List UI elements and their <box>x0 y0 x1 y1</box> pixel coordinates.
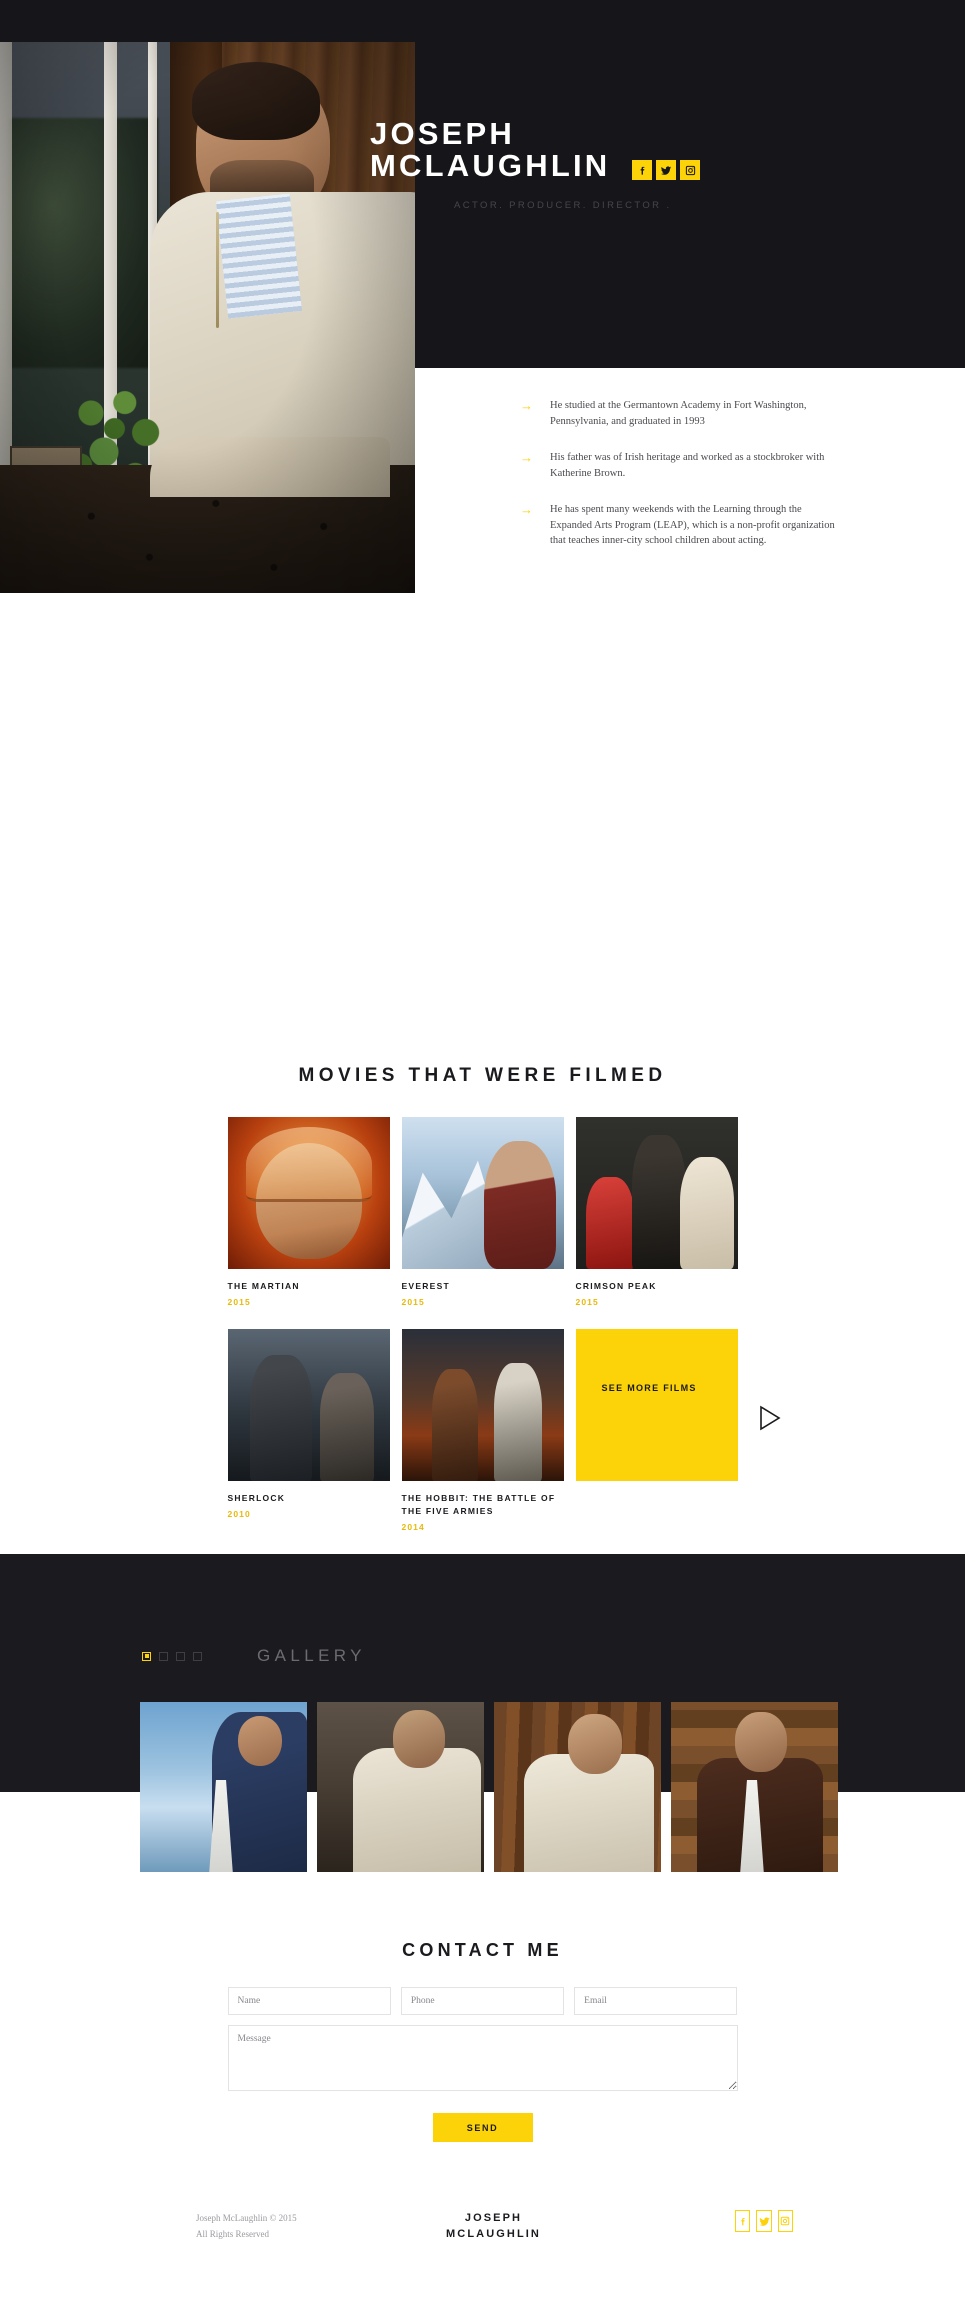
movie-poster[interactable] <box>227 1329 390 1481</box>
send-button-wrap: SEND <box>228 2113 738 2142</box>
page-root: JOSEPH MCLAUGHLIN ACTOR. PRODUCER. DIREC… <box>0 0 965 2298</box>
movie-year: 2010 <box>227 1509 251 1519</box>
movies-title: MOVIES THAT WERE FILMED <box>298 1065 667 1086</box>
hero-name-line1: JOSEPH <box>370 116 515 151</box>
footer-logo-line2: MCLAUGHLIN <box>446 2228 541 2240</box>
page-title: JOSEPH MCLAUGHLIN <box>370 118 610 182</box>
movie-poster[interactable] <box>401 1117 564 1269</box>
movie-year: 2015 <box>227 1297 251 1307</box>
arrow-right-icon: → <box>520 450 533 465</box>
arrow-right-icon: → <box>520 502 533 517</box>
email-field[interactable] <box>574 1987 738 2015</box>
bio-section: → He studied at the Germantown Academy i… <box>415 368 965 570</box>
contact-title: CONTACT ME <box>402 1940 563 1960</box>
name-field[interactable] <box>227 1987 391 2015</box>
gallery-image-1[interactable] <box>140 1702 307 1872</box>
page-footer: Joseph McLaughlin © 2015 All Rights Rese… <box>0 2142 965 2298</box>
send-button[interactable]: SEND <box>432 2113 533 2142</box>
list-item: → His father was of Irish heritage and w… <box>415 450 965 481</box>
gallery-image-2[interactable] <box>317 1702 484 1872</box>
movie-title: THE HOBBIT: THE BATTLE OF THE FIVE ARMIE… <box>401 1493 556 1516</box>
footer-logo: JOSEPH MCLAUGHLIN <box>252 2210 735 2242</box>
movie-grid: THE MARTIAN 2015 EVEREST 2015 CRIMSON PE… <box>227 1117 781 1554</box>
contact-section: CONTACT ME SEND <box>0 1910 965 2142</box>
movie-card[interactable]: THE HOBBIT: THE BATTLE OF THE FIVE ARMIE… <box>401 1329 564 1532</box>
contact-form: SEND <box>227 1987 738 2142</box>
see-more-films-label: SEE MORE FILMS <box>601 1383 697 1393</box>
movie-card[interactable]: SHERLOCK 2010 <box>227 1329 390 1532</box>
see-more-films-card[interactable]: SEE MORE FILMS <box>575 1329 781 1532</box>
movie-year: 2015 <box>401 1297 425 1307</box>
gallery-dot-2[interactable] <box>159 1651 168 1661</box>
hero-portrait-photo <box>0 42 415 593</box>
movie-poster[interactable] <box>401 1329 564 1481</box>
gallery-title: GALLERY <box>257 1646 366 1665</box>
bio-item-text: He studied at the Germantown Academy in … <box>550 400 807 427</box>
movie-card[interactable]: THE MARTIAN 2015 <box>227 1117 390 1307</box>
gallery-header: GALLERY <box>0 1554 965 1666</box>
movie-card[interactable]: EVEREST 2015 <box>401 1117 564 1307</box>
contact-fields-row <box>227 1987 738 2015</box>
hero-section: JOSEPH MCLAUGHLIN ACTOR. PRODUCER. DIREC… <box>0 0 965 593</box>
hero-text-block: JOSEPH MCLAUGHLIN ACTOR. PRODUCER. DIREC… <box>370 118 930 211</box>
facebook-icon[interactable] <box>632 160 653 180</box>
twitter-icon[interactable] <box>656 160 677 180</box>
movie-title: THE MARTIAN <box>227 1281 300 1291</box>
movie-title: SHERLOCK <box>227 1493 286 1503</box>
bio-item-text: His father was of Irish heritage and wor… <box>550 452 825 479</box>
hero-name-line2: MCLAUGHLIN <box>370 148 611 183</box>
see-more-films-button[interactable]: SEE MORE FILMS <box>575 1329 781 1481</box>
movie-title: CRIMSON PEAK <box>575 1281 657 1291</box>
twitter-icon[interactable] <box>756 2210 772 2232</box>
gallery-image-4[interactable] <box>671 1702 838 1872</box>
message-field[interactable] <box>227 2025 738 2091</box>
gallery-image-3[interactable] <box>494 1702 661 1872</box>
gallery-dot-1[interactable] <box>142 1651 151 1661</box>
gallery-image-strip <box>140 1702 838 1872</box>
instagram-icon[interactable] <box>680 160 701 180</box>
movie-poster[interactable] <box>575 1117 738 1269</box>
bio-item-text: He has spent many weekends with the Lear… <box>550 504 835 546</box>
movie-card[interactable]: CRIMSON PEAK 2015 <box>575 1117 738 1307</box>
list-item: → He has spent many weekends with the Le… <box>415 502 965 549</box>
footer-social-links <box>735 2210 965 2232</box>
gallery-dot-4[interactable] <box>193 1651 202 1661</box>
movie-year: 2014 <box>401 1522 425 1532</box>
arrow-right-icon: → <box>520 398 533 413</box>
hero-social-links <box>632 160 701 180</box>
phone-field[interactable] <box>400 1987 565 2015</box>
list-item: → He studied at the Germantown Academy i… <box>415 398 965 429</box>
gallery-section: GALLERY <box>0 1554 965 1910</box>
movie-poster[interactable] <box>227 1117 390 1269</box>
bio-list: → He studied at the Germantown Academy i… <box>415 398 965 549</box>
movie-title: EVEREST <box>401 1281 450 1291</box>
gallery-dot-3[interactable] <box>176 1651 185 1661</box>
movie-year: 2015 <box>575 1297 599 1307</box>
hero-subtitle: ACTOR. PRODUCER. DIRECTOR . <box>454 200 672 211</box>
gallery-pagination[interactable] <box>142 1651 202 1661</box>
instagram-icon[interactable] <box>777 2210 793 2232</box>
facebook-icon[interactable] <box>735 2210 751 2232</box>
footer-logo-line1: JOSEPH <box>464 2212 523 2224</box>
